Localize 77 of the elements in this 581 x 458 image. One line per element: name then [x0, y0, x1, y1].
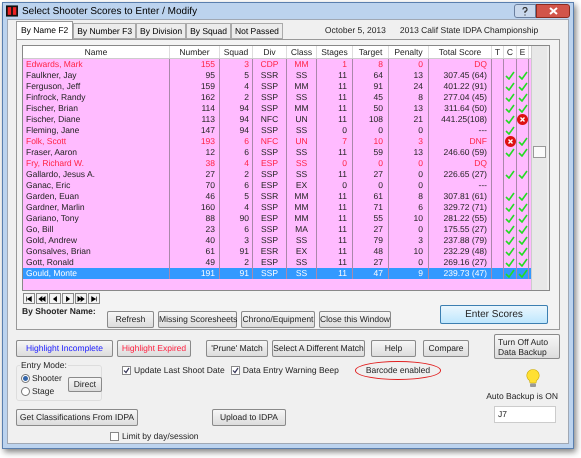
- tab[interactable]: By Squad: [186, 23, 231, 40]
- column-header[interactable]: Class: [287, 46, 317, 58]
- column-header[interactable]: Name: [23, 46, 170, 58]
- table-row[interactable]: Gonsalves, Brian 61 91 ESR EX 11 48 10 232.29 (48): [23, 246, 531, 258]
- column-header[interactable]: Target: [353, 46, 389, 58]
- tab[interactable]: By Division: [136, 23, 186, 40]
- checkbox-label: Data Entry Warning Beep: [242, 364, 339, 377]
- table-row[interactable]: Ganac, Eric 70 6 ESP EX 0 0 0 ---: [23, 180, 531, 192]
- radio-label: Stage: [32, 385, 54, 398]
- upload-button[interactable]: Upload to IDPA: [212, 409, 286, 426]
- radio-label: Shooter: [32, 372, 62, 384]
- checkbox-label: Limit by day/session: [122, 430, 199, 443]
- window-title: Select Shooter Scores to Enter / Modify: [22, 4, 198, 19]
- question-icon: [522, 6, 528, 16]
- checkbox[interactable]: [230, 366, 240, 376]
- next-button[interactable]: [62, 293, 74, 304]
- radio-button[interactable]: [21, 386, 30, 396]
- table-row[interactable]: Ferguson, Jeff 159 4 SSP MM 11 91 24 401.22 (91): [23, 81, 531, 92]
- column-header[interactable]: C: [504, 46, 517, 58]
- table-row[interactable]: Fischer, Brian 114 94 SSP MM 11 50 13 311.64 (50): [23, 103, 531, 114]
- match-name: 2013 Calif State IDPA Championship: [400, 24, 538, 37]
- table-row[interactable]: Faulkner, Jay 95 5 SSR SS 11 64 13 307.45 (64): [23, 70, 531, 82]
- scrollbar[interactable]: [531, 46, 547, 290]
- tab[interactable]: By Number F3: [73, 23, 136, 40]
- filter-label: By Shooter Name:: [22, 305, 97, 318]
- column-header[interactable]: Div: [253, 46, 287, 58]
- action-button[interactable]: Select A Different Match: [272, 340, 365, 357]
- table-row[interactable]: Gott, Ronald 49 2 ESP SS 11 27 0 269.16 (27): [23, 257, 531, 268]
- table-row[interactable]: Go, Bill 23 6 SSP MA 11 27 0 175.55 (27): [23, 224, 531, 236]
- table-row[interactable]: Garden, Euan 46 5 SSR MM 11 61 8 307.81 (61): [23, 191, 531, 202]
- previous-button[interactable]: [49, 293, 61, 304]
- barcode-status: Barcode enabled: [354, 361, 442, 380]
- last-record-button[interactable]: [88, 293, 100, 304]
- action-button[interactable]: Help: [371, 340, 416, 357]
- first-record-button[interactable]: [23, 293, 35, 304]
- app-icon: [6, 5, 18, 18]
- action-button[interactable]: 'Prune' Match: [206, 340, 268, 357]
- fast-forward-button[interactable]: [75, 293, 87, 304]
- action-button[interactable]: Compare: [423, 340, 469, 357]
- tab[interactable]: By Name F2: [16, 21, 74, 40]
- table-row[interactable]: Gallardo, Jesus A. 27 2 SSP SS 11 27 0 226.65 (27): [23, 169, 531, 180]
- tab[interactable]: Not Passed: [230, 23, 283, 40]
- backup-toggle-button[interactable]: Turn Off Auto Data Backup: [494, 334, 560, 360]
- column-header[interactable]: Number: [170, 46, 220, 58]
- table-row[interactable]: Fischer, Diane 113 94 NFC UN 11 108 21 441.25(108): [23, 114, 531, 126]
- checkbox[interactable]: [110, 432, 119, 442]
- rewind-button[interactable]: [36, 293, 48, 304]
- table-row[interactable]: Gariano, Tony 88 90 ESP MM 11 55 10 281.22 (55): [23, 213, 531, 224]
- list-button[interactable]: Close this Window: [319, 311, 391, 328]
- column-header[interactable]: Stages: [317, 46, 353, 58]
- checkbox[interactable]: [122, 366, 131, 376]
- list-button[interactable]: Chrono/Equipment: [241, 311, 315, 328]
- table-row[interactable]: Gold, Andrew 40 3 SSP SS 11 79 3 237.88 (79): [23, 235, 531, 246]
- entry-mode-label: Entry Mode:: [20, 359, 68, 372]
- backup-status: Auto Backup is ON: [486, 390, 558, 403]
- table-row[interactable]: Fleming, Jane 147 94 SSP SS 0 0 0 ---: [23, 125, 531, 136]
- list-button[interactable]: Refresh: [107, 311, 154, 328]
- match-date: October 5, 2013: [324, 24, 386, 37]
- backup-field[interactable]: J7: [494, 406, 556, 423]
- list-button[interactable]: Missing Scoresheets: [158, 311, 237, 328]
- close-button[interactable]: [536, 4, 570, 18]
- direct-button[interactable]: Direct: [68, 377, 102, 392]
- classifications-button[interactable]: Get Classifications From IDPA: [16, 409, 138, 426]
- action-button[interactable]: Highlight Incomplete: [16, 340, 113, 357]
- table-row[interactable]: Finfrock, Randy 162 2 SSP SS 11 45 8 277.04 (45): [23, 92, 531, 104]
- column-header[interactable]: T: [492, 46, 504, 58]
- table-row[interactable]: Fraser, Aaron 12 6 SSP SS 11 59 13 246.60 (59): [23, 147, 531, 158]
- column-header[interactable]: Squad: [220, 46, 253, 58]
- enter-scores-button[interactable]: Enter Scores: [440, 305, 548, 324]
- close-icon: [548, 7, 558, 16]
- column-header[interactable]: E: [517, 46, 529, 58]
- checkbox-label: Update Last Shoot Date: [134, 364, 225, 377]
- table-row[interactable]: Gardner, Marlin 160 4 SSP MM 11 71 6 329.72 (71): [23, 202, 531, 214]
- radio-button[interactable]: [21, 374, 30, 383]
- help-button[interactable]: [514, 4, 536, 18]
- column-header[interactable]: Total Score: [429, 46, 492, 58]
- column-header[interactable]: Penalty: [389, 46, 429, 58]
